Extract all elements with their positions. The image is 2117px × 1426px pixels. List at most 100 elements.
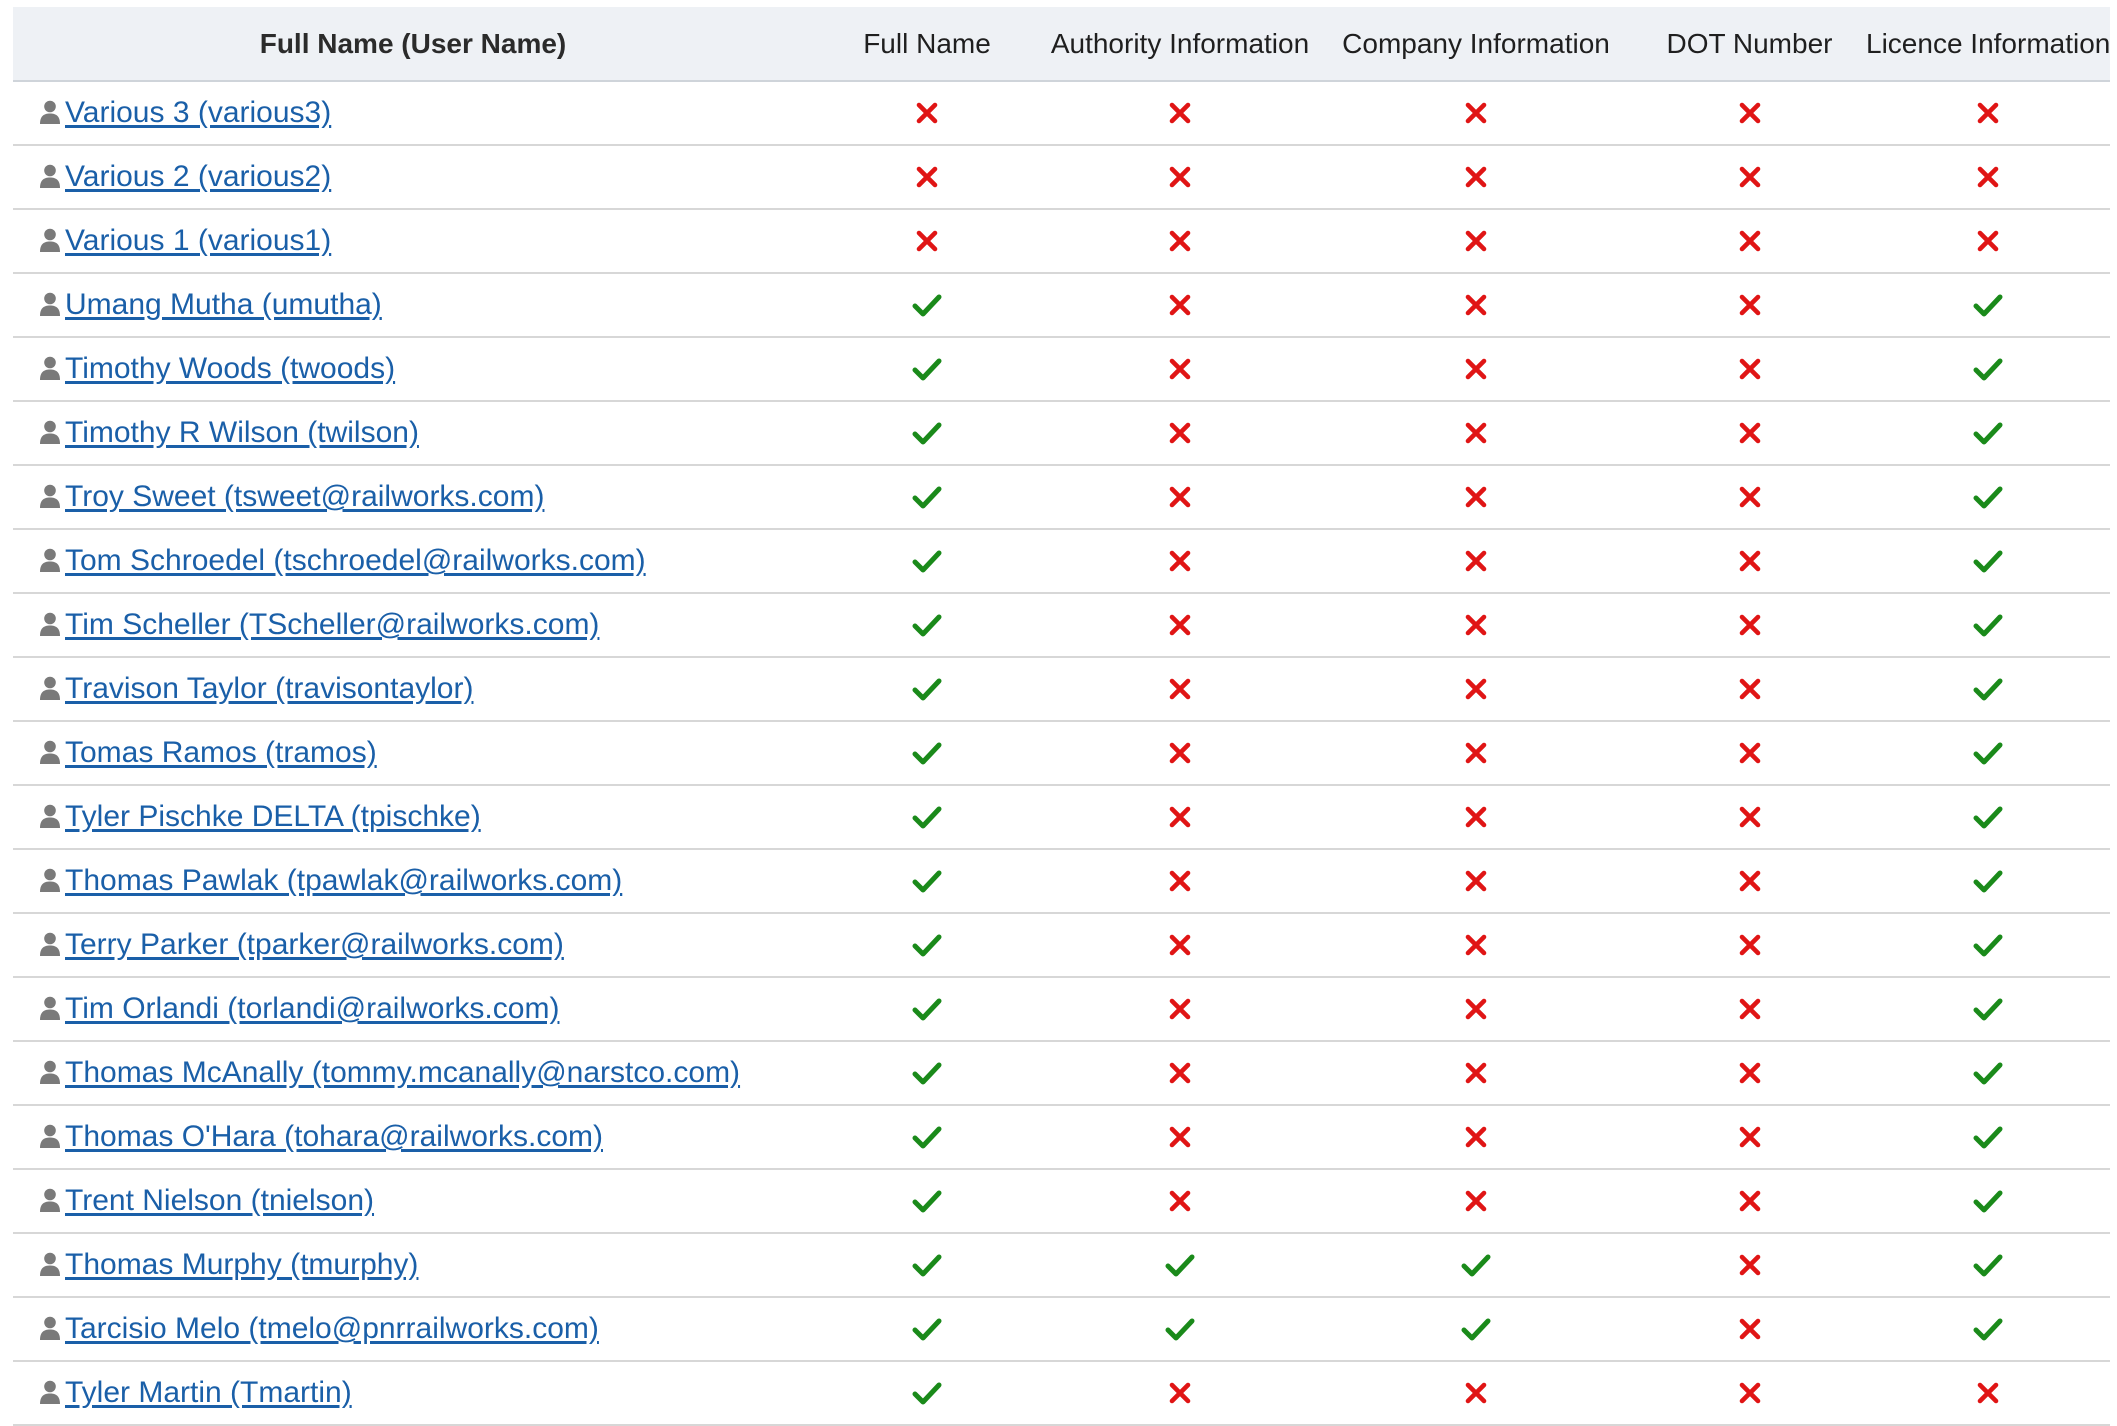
authority-status-cell — [1041, 529, 1319, 594]
user-cell: Terry Parker (tparker@railworks.com) — [13, 913, 813, 978]
cross-icon — [1739, 486, 1760, 508]
user-link[interactable]: Thomas Pawlak (tpawlak@railworks.com) — [65, 864, 622, 897]
dot-number-status-cell — [1633, 273, 1866, 338]
column-header-company[interactable]: Company Information — [1319, 7, 1633, 82]
cross-icon — [1169, 998, 1191, 1020]
licence-status-cell — [1866, 401, 2110, 466]
check-icon — [912, 358, 942, 381]
check-icon — [1973, 614, 2003, 637]
user-link[interactable]: Timothy Woods (twoods) — [65, 352, 395, 385]
cross-icon — [1169, 422, 1191, 444]
user-link[interactable]: Various 3 (various3) — [65, 96, 331, 129]
full-name-status-cell — [813, 913, 1041, 978]
cross-icon — [1169, 166, 1191, 188]
user-cell: Tim Scheller (TScheller@railworks.com) — [13, 593, 813, 658]
user-icon — [40, 1316, 60, 1340]
company-status-cell — [1319, 1169, 1633, 1234]
authority-status-cell — [1041, 337, 1319, 402]
company-status-cell — [1319, 593, 1633, 658]
user-link[interactable]: Travison Taylor (travisontaylor) — [65, 672, 473, 705]
cross-icon — [1977, 166, 1999, 188]
column-header-user[interactable]: Full Name (User Name) — [13, 7, 813, 82]
user-link[interactable]: Troy Sweet (tsweet@railworks.com) — [65, 480, 544, 513]
check-icon — [912, 870, 942, 893]
dot-number-status-cell — [1633, 145, 1866, 210]
user-link[interactable]: Timothy R Wilson (twilson) — [65, 416, 419, 449]
cross-icon — [1465, 550, 1487, 572]
table-body: Various 3 (various3) Various 2 (various2)… — [13, 81, 2110, 1426]
check-icon — [1973, 1126, 2003, 1149]
dot-number-status-cell — [1633, 657, 1866, 722]
user-link[interactable]: Tom Schroedel (tschroedel@railworks.com) — [65, 544, 646, 577]
company-status-cell — [1319, 1297, 1633, 1362]
check-icon — [912, 934, 942, 957]
licence-status-cell — [1866, 657, 2110, 722]
user-cell: Tarcisio Melo (tmelo@pnrrailworks.com) — [13, 1297, 813, 1362]
cross-icon — [1169, 614, 1191, 636]
user-link[interactable]: Trent Nielson (tnielson) — [65, 1184, 374, 1217]
user-link[interactable]: Thomas McAnally (tommy.mcanally@narstco.… — [65, 1056, 740, 1089]
table-row: Troy Sweet (tsweet@railworks.com) — [13, 465, 2110, 530]
authority-status-cell — [1041, 721, 1319, 786]
table-header: Full Name (User Name) Full Name Authorit… — [13, 7, 2110, 82]
user-link[interactable]: Tim Orlandi (torlandi@railworks.com) — [65, 992, 559, 1025]
company-status-cell — [1319, 977, 1633, 1042]
full-name-status-cell — [813, 1169, 1041, 1234]
user-link[interactable]: Various 1 (various1) — [65, 224, 331, 257]
check-icon — [1973, 678, 2003, 701]
cross-icon — [1739, 550, 1760, 572]
user-icon — [40, 484, 60, 508]
user-link[interactable]: Various 2 (various2) — [65, 160, 331, 193]
user-cell: Various 1 (various1) — [13, 209, 813, 274]
user-link[interactable]: Terry Parker (tparker@railworks.com) — [65, 928, 564, 961]
table-row: Various 2 (various2) — [13, 145, 2110, 210]
company-status-cell — [1319, 81, 1633, 146]
cross-icon — [1739, 934, 1760, 956]
user-icon — [40, 292, 60, 316]
user-link[interactable]: Thomas Murphy (tmurphy) — [65, 1248, 418, 1281]
cross-icon — [1739, 230, 1760, 252]
user-link[interactable]: Tyler Pischke DELTA (tpischke) — [65, 800, 481, 833]
user-link[interactable]: Tim Scheller (TScheller@railworks.com) — [65, 608, 599, 641]
dot-number-status-cell — [1633, 785, 1866, 850]
authority-status-cell — [1041, 1233, 1319, 1298]
user-link[interactable]: Tarcisio Melo (tmelo@pnrrailworks.com) — [65, 1312, 599, 1345]
company-status-cell — [1319, 1105, 1633, 1170]
authority-status-cell — [1041, 977, 1319, 1042]
company-status-cell — [1319, 145, 1633, 210]
header-row: Full Name (User Name) Full Name Authorit… — [13, 7, 2110, 82]
cross-icon — [1465, 1126, 1487, 1148]
licence-status-cell — [1866, 1041, 2110, 1106]
user-link[interactable]: Tomas Ramos (tramos) — [65, 736, 377, 769]
table-row: Tomas Ramos (tramos) — [13, 721, 2110, 786]
column-header-dot-number[interactable]: DOT Number — [1633, 7, 1866, 82]
column-header-full-name[interactable]: Full Name — [813, 7, 1041, 82]
column-header-authority[interactable]: Authority Information — [1041, 7, 1319, 82]
cross-icon — [1169, 230, 1191, 252]
user-link[interactable]: Thomas O'Hara (tohara@railworks.com) — [65, 1120, 603, 1153]
cross-icon — [1739, 614, 1760, 636]
table-row: Thomas Murphy (tmurphy) — [13, 1233, 2110, 1298]
cross-icon — [1465, 486, 1487, 508]
licence-status-cell — [1866, 593, 2110, 658]
cross-icon — [1465, 294, 1487, 316]
column-header-licence[interactable]: Licence Information — [1866, 7, 2110, 82]
user-cell: Thomas O'Hara (tohara@railworks.com) — [13, 1105, 813, 1170]
user-icon — [40, 100, 60, 124]
user-link[interactable]: Umang Mutha (umutha) — [65, 288, 382, 321]
user-icon — [40, 804, 60, 828]
user-link[interactable]: Tyler Martin (Tmartin) — [65, 1376, 352, 1409]
user-icon — [40, 1252, 60, 1276]
user-cell: Tyler Pischke DELTA (tpischke) — [13, 785, 813, 850]
check-icon — [1973, 1190, 2003, 1213]
table-row: Tom Schroedel (tschroedel@railworks.com) — [13, 529, 2110, 594]
company-status-cell — [1319, 401, 1633, 466]
cross-icon — [1739, 1254, 1760, 1276]
user-cell: Various 3 (various3) — [13, 81, 813, 146]
check-icon — [912, 1254, 942, 1277]
cross-icon — [1739, 1318, 1760, 1340]
table-row: Thomas Pawlak (tpawlak@railworks.com) — [13, 849, 2110, 914]
authority-status-cell — [1041, 593, 1319, 658]
licence-status-cell — [1866, 785, 2110, 850]
dot-number-status-cell — [1633, 209, 1866, 274]
